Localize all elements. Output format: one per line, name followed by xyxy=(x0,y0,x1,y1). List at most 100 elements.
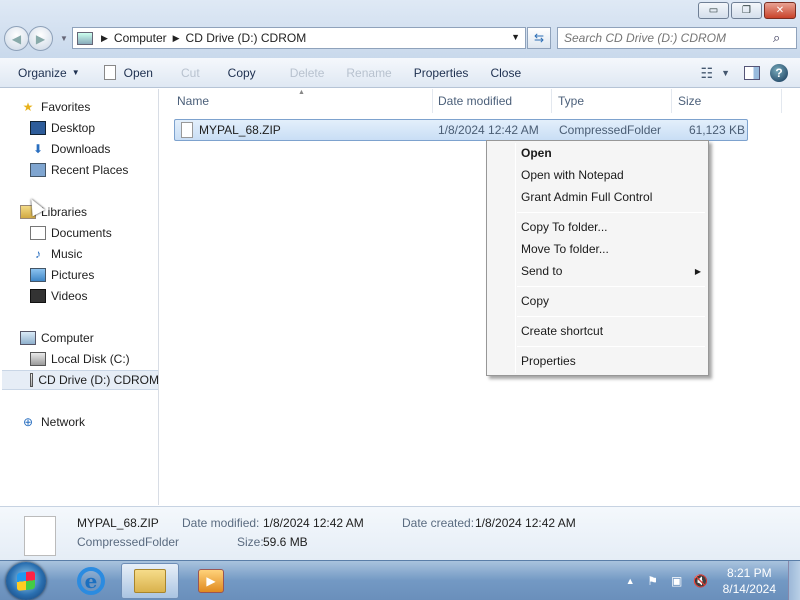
search-icon[interactable]: ⌕ xyxy=(773,30,780,46)
system-tray: ▲ ⚑ ▣ 🔇 8:21 PM 8/14/2024 xyxy=(626,561,800,600)
taskbar-internet-explorer[interactable]: e xyxy=(62,563,120,599)
back-arrow-icon: ◀ xyxy=(11,31,22,46)
change-view-icon[interactable]: ☷ xyxy=(697,65,718,82)
window-controls: ▭ ❐ ✕ xyxy=(698,2,796,19)
breadcrumb-computer[interactable]: Computer xyxy=(114,31,167,45)
network-status-icon[interactable]: ▣ xyxy=(669,574,685,588)
menu-gutter xyxy=(515,143,516,373)
show-desktop-button[interactable] xyxy=(788,561,800,600)
breadcrumb-chevron-icon[interactable]: ▶ xyxy=(173,33,180,44)
search-input[interactable] xyxy=(558,31,773,45)
organize-button[interactable]: Organize ▼ xyxy=(0,58,88,88)
videos-icon xyxy=(30,289,46,303)
nav-favorites[interactable]: ★ Favorites xyxy=(20,97,91,117)
menu-item-open-with-notepad[interactable]: Open with Notepad xyxy=(521,165,701,185)
file-row[interactable]: MYPAL_68.ZIP 1/8/2024 12:42 AM Compresse… xyxy=(174,119,748,141)
volume-muted-icon[interactable]: 🔇 xyxy=(693,574,709,588)
recent-places-icon xyxy=(30,163,46,177)
nav-label: Favorites xyxy=(41,100,91,114)
cd-drive-icon xyxy=(30,373,34,387)
details-size-label: Size: xyxy=(237,535,264,549)
menu-item-send-to[interactable]: Send to ▶ xyxy=(521,261,701,281)
open-button[interactable]: Open xyxy=(96,58,161,88)
zip-file-large-icon xyxy=(24,516,56,556)
help-icon[interactable]: ? xyxy=(770,64,788,82)
nav-label: Computer xyxy=(41,331,94,345)
nav-recent-places[interactable]: Recent Places xyxy=(30,160,128,180)
navigation-pane: ★ Favorites Desktop ⬇ Downloads Recent P… xyxy=(0,89,159,505)
nav-downloads[interactable]: ⬇ Downloads xyxy=(30,139,110,159)
cut-button[interactable]: Cut xyxy=(173,58,208,88)
breadcrumb-chevron-icon[interactable]: ▶ xyxy=(101,33,108,44)
column-header-name[interactable]: Name xyxy=(171,89,433,113)
menu-item-grant-admin[interactable]: Grant Admin Full Control xyxy=(521,187,701,207)
start-button[interactable] xyxy=(6,562,46,600)
nav-music[interactable]: ♪ Music xyxy=(30,244,82,264)
menu-separator xyxy=(517,286,705,287)
nav-label: Downloads xyxy=(51,142,111,156)
address-dropdown-icon[interactable]: ▼ xyxy=(511,32,520,42)
nav-network[interactable]: ⊕ Network xyxy=(20,412,85,432)
pictures-icon xyxy=(30,268,46,282)
windows-logo-icon xyxy=(17,571,35,591)
close-button[interactable]: Close xyxy=(482,58,529,88)
nav-computer[interactable]: Computer xyxy=(20,328,94,348)
view-options-chevron-icon[interactable]: ▼ xyxy=(717,68,734,78)
open-label: Open xyxy=(123,65,153,80)
delete-button[interactable]: Delete xyxy=(282,58,333,88)
forward-arrow-icon: ▶ xyxy=(35,31,46,46)
nav-desktop[interactable]: Desktop xyxy=(30,118,95,138)
close-window-button[interactable]: ✕ xyxy=(764,2,796,19)
organize-label: Organize xyxy=(18,65,67,80)
clock[interactable]: 8:21 PM 8/14/2024 xyxy=(723,565,776,597)
computer-icon xyxy=(20,331,36,345)
maximize-button[interactable]: ❐ xyxy=(731,2,762,19)
address-bar[interactable]: ▶ Computer ▶ CD Drive (D:) CDROM ▼ xyxy=(72,27,526,49)
properties-button[interactable]: Properties xyxy=(406,58,477,88)
nav-label: CD Drive (D:) CDROM xyxy=(38,373,159,387)
menu-item-open[interactable]: Open xyxy=(521,143,701,163)
details-size: 59.6 MB xyxy=(263,535,308,549)
folder-icon xyxy=(134,569,166,593)
menu-item-copy[interactable]: Copy xyxy=(521,291,701,311)
copy-button[interactable]: Copy xyxy=(220,58,264,88)
chevron-down-icon: ▼ xyxy=(71,68,80,77)
forward-button[interactable]: ▶ xyxy=(28,26,53,51)
rename-button[interactable]: Rename xyxy=(338,58,399,88)
recent-pages-dropdown-icon[interactable]: ▼ xyxy=(60,34,68,43)
show-hidden-icons-icon[interactable]: ▲ xyxy=(626,576,635,586)
taskbar-media-player[interactable]: ▶ xyxy=(182,563,240,599)
menu-item-properties[interactable]: Properties xyxy=(521,351,701,371)
breadcrumb-cd-drive[interactable]: CD Drive (D:) CDROM xyxy=(186,31,307,45)
details-date-created-label: Date created: xyxy=(402,516,475,530)
nav-documents[interactable]: Documents xyxy=(30,223,112,243)
column-header-size[interactable]: Size xyxy=(672,89,782,113)
music-icon: ♪ xyxy=(35,247,41,261)
file-size: 61,123 KB xyxy=(688,123,745,137)
back-button[interactable]: ◀ xyxy=(4,26,29,51)
details-file-name: MYPAL_68.ZIP xyxy=(77,516,159,530)
taskbar-windows-explorer[interactable] xyxy=(121,563,179,599)
downloads-icon: ⬇ xyxy=(32,142,44,156)
nav-label: Local Disk (C:) xyxy=(51,352,130,366)
menu-item-create-shortcut[interactable]: Create shortcut xyxy=(521,321,701,341)
action-center-flag-icon[interactable]: ⚑ xyxy=(645,574,661,588)
nav-local-disk[interactable]: Local Disk (C:) xyxy=(30,349,130,369)
refresh-button[interactable]: ⇆ xyxy=(527,27,551,49)
details-pane: MYPAL_68.ZIP CompressedFolder Date modif… xyxy=(0,506,800,560)
column-header-date-modified[interactable]: Date modified xyxy=(432,89,552,113)
file-date-modified: 1/8/2024 12:42 AM xyxy=(438,123,539,137)
minimize-button[interactable]: ▭ xyxy=(698,2,729,19)
nav-videos[interactable]: Videos xyxy=(30,286,87,306)
menu-separator xyxy=(517,316,705,317)
search-box[interactable]: ⌕ xyxy=(557,27,797,49)
nav-cd-drive[interactable]: CD Drive (D:) CDROM xyxy=(2,370,159,390)
menu-item-copy-to-folder[interactable]: Copy To folder... xyxy=(521,217,701,237)
nav-pictures[interactable]: Pictures xyxy=(30,265,94,285)
preview-pane-icon[interactable] xyxy=(744,66,760,80)
submenu-arrow-icon: ▶ xyxy=(694,266,701,276)
column-header-type[interactable]: Type xyxy=(552,89,672,113)
menu-item-move-to-folder[interactable]: Move To folder... xyxy=(521,239,701,259)
details-date-modified-label: Date modified: xyxy=(182,516,260,530)
hard-drive-icon xyxy=(30,352,46,366)
